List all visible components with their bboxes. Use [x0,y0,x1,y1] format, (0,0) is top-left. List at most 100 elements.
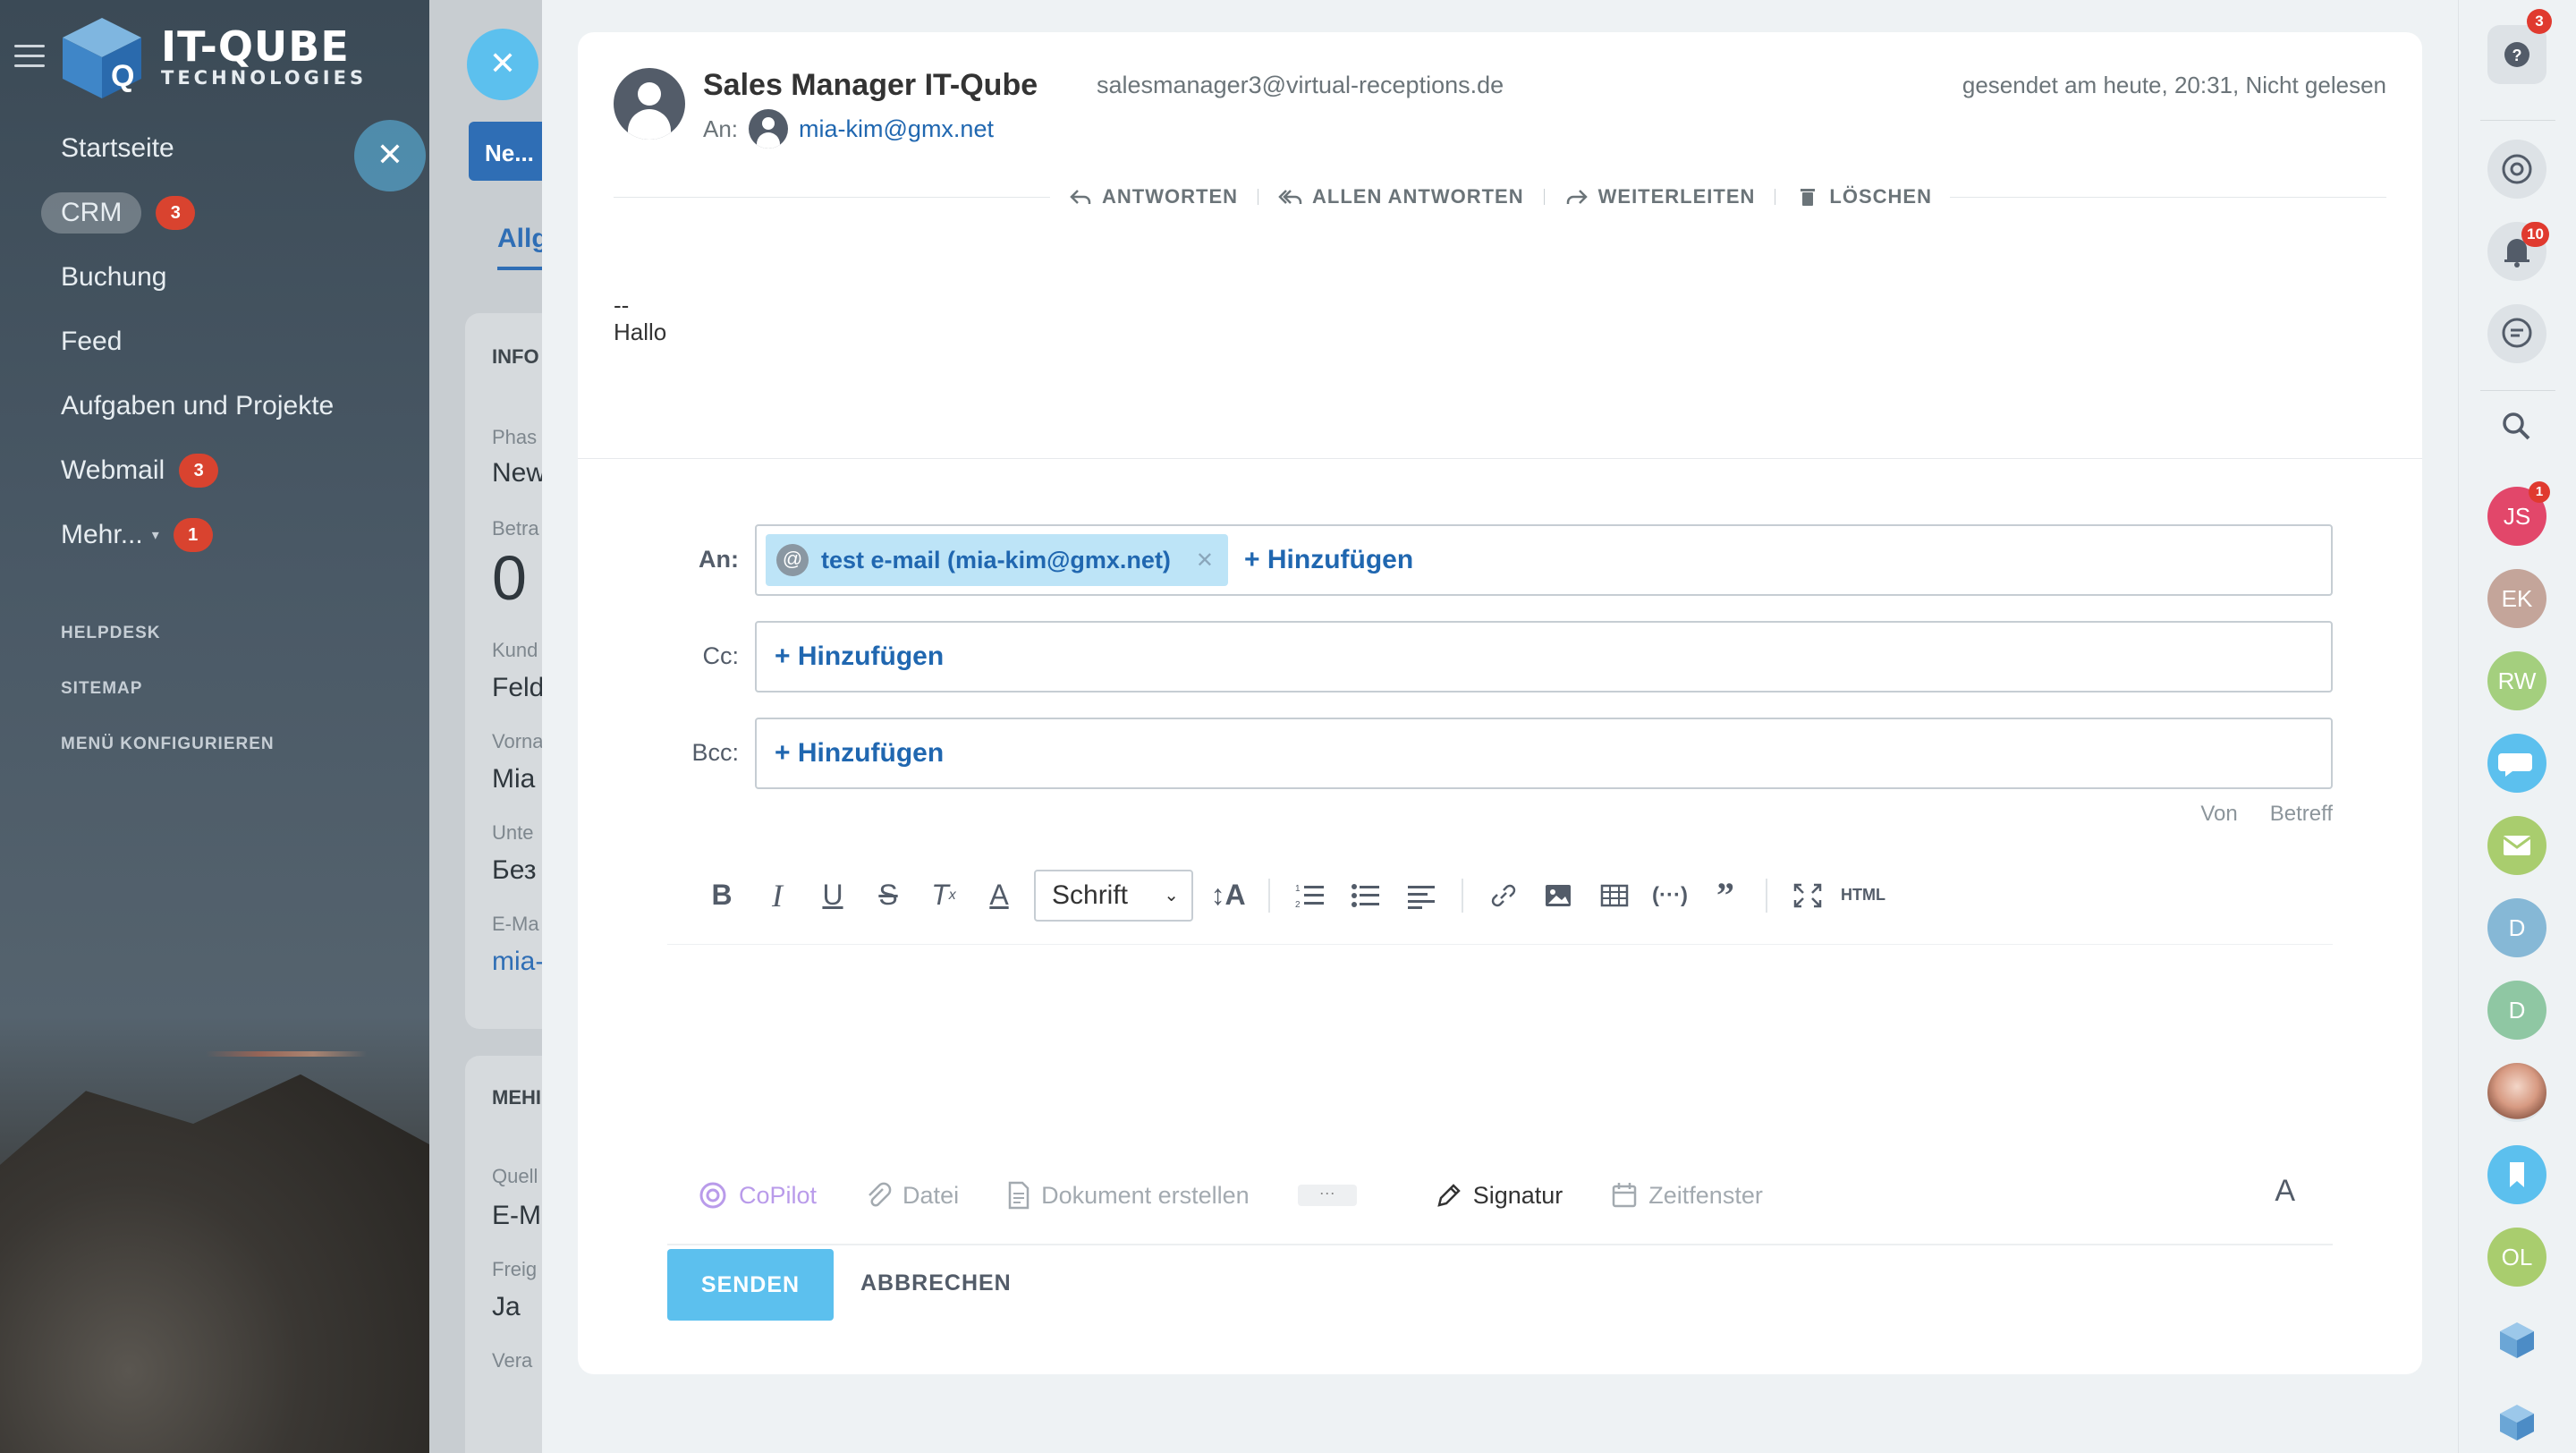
itqube-app-2[interactable] [2487,1392,2546,1451]
notifications-button[interactable]: 10 [2487,222,2549,281]
font-select[interactable]: Schrift ⌄ [1034,869,1193,922]
reply-button[interactable]: ANTWORTEN [1068,185,1238,208]
open-channel-button[interactable] [2487,734,2546,793]
recipient-link[interactable]: mia-kim@gmx.net [799,115,994,143]
von-link[interactable]: Von [2200,802,2237,827]
count-badge: 1 [173,518,213,552]
logo-cube-icon: Q [55,14,148,100]
quote-icon[interactable]: ” [1698,873,1753,918]
underline-icon[interactable]: U [805,873,860,918]
email-body-line: -- [614,292,630,319]
copilot-button[interactable]: CoPilot [698,1180,817,1211]
align-icon[interactable] [1394,873,1449,918]
text-format-toggle[interactable]: A [2275,1174,2295,1209]
avatar-initials: D [2508,914,2526,941]
recipient-chip[interactable]: @ test e-mail (mia-kim@gmx.net) ✕ [766,534,1229,586]
crm-tab-general[interactable]: Allg [497,224,542,270]
send-button[interactable]: SENDEN [667,1249,834,1321]
forward-label: WEITERLEITEN [1597,185,1756,208]
crm-field-value: New [492,458,542,488]
add-bcc-link[interactable]: + Hinzufügen [775,738,944,769]
menu-icon[interactable] [14,45,45,68]
user-avatar-d1[interactable]: D [2487,898,2546,957]
numbered-list-icon[interactable]: 12 [1283,873,1338,918]
bookmark-icon [2510,1162,2524,1187]
nav-item-feed[interactable]: Feed [0,310,429,374]
html-mode-button[interactable]: HTML [1835,873,1891,918]
svg-text:1: 1 [1295,884,1301,894]
sender-name[interactable]: Sales Manager IT-Qube [703,68,1038,103]
time-slot-button[interactable]: Zeitfenster [1611,1181,1763,1210]
close-email-button[interactable]: ✕ [467,29,538,100]
nav-label: Feed [61,327,123,356]
copilot-label: CoPilot [739,1181,818,1209]
close-crm-button[interactable]: ✕ [354,120,426,191]
chat-button[interactable] [2487,304,2546,363]
mail-button[interactable] [2487,816,2546,875]
crm-field-value[interactable]: mia- [492,947,542,977]
code-icon[interactable]: (···) [1642,873,1698,918]
add-to-link[interactable]: + Hinzufügen [1244,545,1413,575]
recipient-row: An: mia-kim@gmx.net [703,109,994,149]
crm-tab-button[interactable]: Ne... [469,122,542,181]
nav-label: Aufgaben und Projekte [61,391,335,421]
clear-format-icon[interactable]: Tx [916,873,971,918]
attach-file-button[interactable]: Datei [865,1180,959,1211]
document-icon [1008,1181,1030,1210]
more-options-button[interactable]: ··· [1297,1185,1357,1206]
user-avatar-photo[interactable] [2487,1063,2546,1122]
bookmark-button[interactable] [2487,1145,2546,1204]
reply-all-button[interactable]: ALLEN ANTWORTEN [1278,185,1524,208]
nav-link-helpdesk[interactable]: HELPDESK [61,624,160,643]
logo[interactable]: Q IT-QUBE TECHNOLOGIES [55,14,367,100]
sender-avatar [614,68,685,140]
nav-item-webmail[interactable]: Webmail 3 [0,438,429,503]
nav-link-sitemap[interactable]: SITEMAP [61,679,142,699]
user-avatar-rw[interactable]: RW [2487,651,2546,710]
cancel-button[interactable]: ABBRECHEN [860,1270,1012,1296]
recipient-avatar [749,109,789,149]
user-avatar-ol[interactable]: OL [2487,1228,2546,1287]
avatar-initials: RW [2497,667,2537,694]
user-avatar-js[interactable]: JS 1 [2487,481,2550,546]
image-icon[interactable] [1531,873,1587,918]
fullscreen-icon[interactable] [1780,873,1835,918]
user-avatar-d2[interactable]: D [2487,981,2546,1040]
signature-button[interactable]: Signatur [1436,1182,1563,1210]
nav-item-buchung[interactable]: Buchung [0,245,429,310]
crm-section-more: MEHI [492,1086,541,1109]
add-cc-link[interactable]: + Hinzufügen [775,642,944,672]
user-avatar-ek[interactable]: EK [2487,569,2546,628]
pen-icon [1436,1184,1461,1207]
cube-icon [2500,1322,2534,1358]
search-button[interactable] [2487,397,2546,456]
help-button[interactable]: ? 3 [2487,9,2552,84]
avatar-initials: D [2508,997,2526,1024]
bullet-list-icon[interactable] [1338,873,1394,918]
link-icon[interactable] [1476,873,1531,918]
italic-icon[interactable]: I [750,873,805,918]
to-field[interactable]: @ test e-mail (mia-kim@gmx.net) ✕ + Hinz… [755,524,2333,596]
remove-recipient-icon[interactable]: ✕ [1196,548,1214,574]
create-document-button[interactable]: Dokument erstellen [1007,1181,1250,1210]
to-field-label: An: [699,546,739,573]
strikethrough-icon[interactable]: S [860,873,916,918]
cc-field[interactable]: + Hinzufügen [755,621,2333,693]
nav-link-menu-configure[interactable]: MENÜ KONFIGURIEREN [61,735,275,754]
delete-button[interactable]: LÖSCHEN [1795,185,1932,208]
bcc-field[interactable]: + Hinzufügen [755,718,2333,789]
font-size-icon[interactable]: ↕A [1200,873,1256,918]
text-color-icon[interactable]: A [971,873,1027,918]
paperclip-icon [869,1182,892,1207]
betreff-link[interactable]: Betreff [2270,802,2333,827]
nav-item-mehr[interactable]: Mehr... ▾ 1 [0,503,429,567]
forward-button[interactable]: WEITERLEITEN [1564,185,1756,208]
nav-item-aufgaben[interactable]: Aufgaben und Projekte [0,374,429,438]
avatar-initials: EK [2501,585,2533,612]
copilot-rail-button[interactable] [2487,140,2546,199]
nav-item-crm[interactable]: CRM 3 [0,181,429,245]
itqube-app-1[interactable] [2487,1310,2546,1369]
table-icon[interactable] [1587,873,1642,918]
chat-icon [2502,318,2532,348]
bold-icon[interactable]: B [694,873,750,918]
